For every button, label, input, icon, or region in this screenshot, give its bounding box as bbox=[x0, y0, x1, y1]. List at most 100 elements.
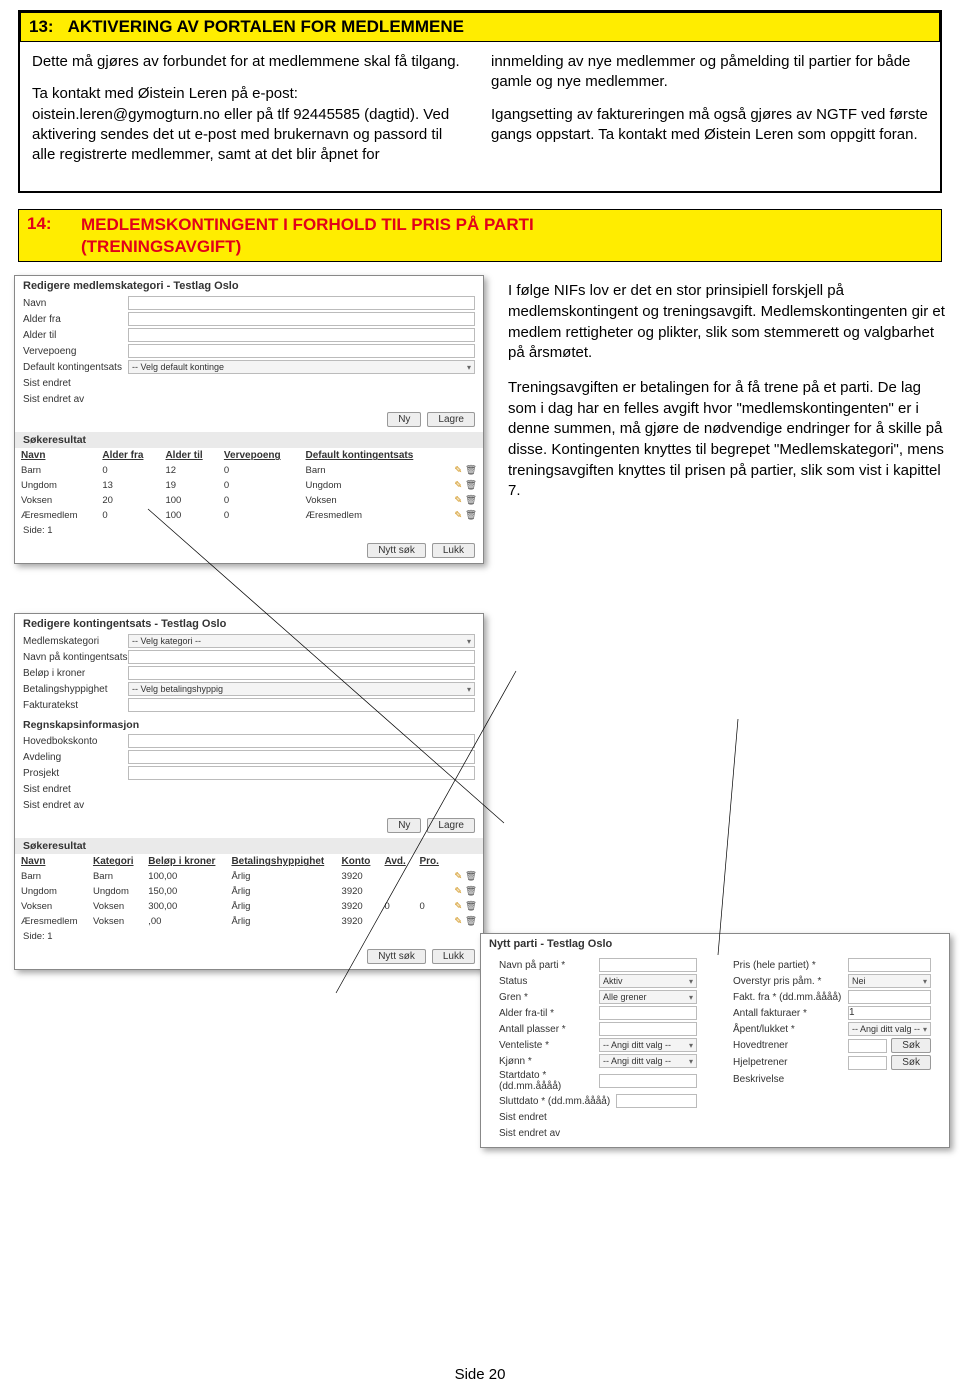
panel1-table: NavnAlder fraAlder tilVervepoengDefault … bbox=[15, 448, 483, 523]
panel1-label: Alder fra bbox=[23, 314, 128, 325]
panel1-btn-lagre[interactable]: Lagre bbox=[427, 412, 475, 427]
panel3-label: Kjønn * bbox=[499, 1056, 599, 1067]
panel3-label: Venteliste * bbox=[499, 1040, 599, 1051]
edit-icon[interactable]: ✎ bbox=[454, 465, 462, 476]
panel-medlemskategori: Redigere medlemskategori - Testlag Oslo … bbox=[14, 275, 484, 564]
panel3-label: Gren * bbox=[499, 992, 599, 1003]
edit-icon[interactable]: ✎ bbox=[454, 901, 462, 912]
panel1-input[interactable] bbox=[128, 328, 475, 342]
table-row[interactable]: UngdomUngdom150,00Årlig3920✎ 🗑 bbox=[15, 884, 483, 899]
panel2-search-title: Søkeresultat bbox=[15, 838, 483, 854]
panel2-input[interactable] bbox=[128, 666, 475, 680]
panel3-label: Status bbox=[499, 976, 599, 987]
panel1-side: Side: 1 bbox=[15, 523, 483, 538]
delete-icon[interactable]: 🗑 bbox=[465, 916, 477, 927]
panel1-th: Alder til bbox=[159, 448, 217, 463]
panel3-select[interactable]: -- Angi ditt valg -- bbox=[599, 1038, 697, 1052]
panel2-select-kategori[interactable]: -- Velg kategori -- bbox=[128, 634, 475, 648]
delete-icon[interactable]: 🗑 bbox=[465, 495, 477, 506]
panel2-th: Navn bbox=[15, 854, 87, 869]
panel2-table: NavnKategoriBeløp i kronerBetalingshyppi… bbox=[15, 854, 483, 929]
edit-icon[interactable]: ✎ bbox=[454, 480, 462, 491]
panel2-select-betaling[interactable]: -- Velg betalingshyppig bbox=[128, 682, 475, 696]
panel1-label: Vervepoeng bbox=[23, 346, 128, 357]
panel2-btn-nytt[interactable]: Nytt søk bbox=[367, 949, 426, 964]
panel2-btn-lukk[interactable]: Lukk bbox=[432, 949, 475, 964]
section14-title: MEDLEMSKONTINGENT I FORHOLD TIL PRIS PÅ … bbox=[81, 214, 621, 257]
panel2-regn-label: Sist endret av bbox=[23, 800, 128, 811]
panel2-th: Beløp i kroner bbox=[142, 854, 225, 869]
panel1-btn-nytt[interactable]: Nytt søk bbox=[367, 543, 426, 558]
panel-nytt-parti: Nytt parti - Testlag Oslo Navn på parti … bbox=[480, 933, 950, 1148]
panel3-input[interactable] bbox=[599, 1022, 697, 1036]
panel2-regn-input[interactable] bbox=[128, 766, 475, 780]
panel2-label: Beløp i kroner bbox=[23, 668, 128, 679]
table-row[interactable]: BarnBarn100,00Årlig3920✎ 🗑 bbox=[15, 869, 483, 884]
panel1-btn-lukk[interactable]: Lukk bbox=[432, 543, 475, 558]
panel2-input[interactable] bbox=[128, 650, 475, 664]
panel3-select[interactable]: Alle grener bbox=[599, 990, 697, 1004]
panel1-input[interactable] bbox=[128, 312, 475, 326]
panel3-input[interactable] bbox=[848, 990, 931, 1004]
panel1-th: Navn bbox=[15, 448, 96, 463]
panel2-th: Avd. bbox=[378, 854, 413, 869]
panel3-input[interactable]: 1 bbox=[848, 1006, 931, 1020]
panel1-input[interactable] bbox=[128, 344, 475, 358]
panel3-label: Hjelpetrener bbox=[733, 1057, 848, 1068]
table-row[interactable]: Ungdom13190Ungdom✎ 🗑 bbox=[15, 478, 483, 493]
panel3-input[interactable] bbox=[848, 1056, 887, 1070]
edit-icon[interactable]: ✎ bbox=[454, 886, 462, 897]
delete-icon[interactable]: 🗑 bbox=[465, 480, 477, 491]
panel3-label: Antall fakturaer * bbox=[733, 1008, 848, 1019]
panel3-input[interactable] bbox=[599, 958, 697, 972]
panel3-label: Overstyr pris påm. * bbox=[733, 976, 848, 987]
section13-left: Dette må gjøres av forbundet for at medl… bbox=[32, 52, 469, 177]
edit-icon[interactable]: ✎ bbox=[454, 510, 462, 521]
panel1-search-title: Søkeresultat bbox=[15, 432, 483, 448]
delete-icon[interactable]: 🗑 bbox=[465, 871, 477, 882]
panel3-label: Sist endret av bbox=[499, 1128, 599, 1139]
table-row[interactable]: Æresmedlem01000Æresmedlem✎ 🗑 bbox=[15, 508, 483, 523]
panel3-select[interactable]: Aktiv bbox=[599, 974, 697, 988]
panel3-label: Sist endret bbox=[499, 1112, 599, 1123]
edit-icon[interactable]: ✎ bbox=[454, 495, 462, 506]
panel2-regn-input[interactable] bbox=[128, 750, 475, 764]
panel2-th: Betalingshyppighet bbox=[225, 854, 335, 869]
table-row[interactable]: Voksen201000Voksen✎ 🗑 bbox=[15, 493, 483, 508]
panel3-sok-button[interactable]: Søk bbox=[891, 1055, 931, 1070]
panel3-input[interactable] bbox=[848, 958, 931, 972]
panel2-regn-input[interactable] bbox=[128, 734, 475, 748]
panel1-input[interactable] bbox=[128, 296, 475, 310]
table-row[interactable]: Barn0120Barn✎ 🗑 bbox=[15, 463, 483, 478]
panel1-btn-ny[interactable]: Ny bbox=[387, 412, 421, 427]
panel3-sok-button[interactable]: Søk bbox=[891, 1038, 931, 1053]
panel2-input[interactable] bbox=[128, 698, 475, 712]
table-row[interactable]: ÆresmedlemVoksen,00Årlig3920✎ 🗑 bbox=[15, 914, 483, 929]
panel2-btn-lagre[interactable]: Lagre bbox=[427, 818, 475, 833]
delete-icon[interactable]: 🗑 bbox=[465, 510, 477, 521]
panel3-select[interactable]: -- Angi ditt valg -- bbox=[848, 1022, 931, 1036]
edit-icon[interactable]: ✎ bbox=[454, 916, 462, 927]
panel2-btn-ny[interactable]: Ny bbox=[387, 818, 421, 833]
section14-p2: Treningsavgiften er betalingen for å få … bbox=[508, 378, 946, 502]
panel3-select[interactable]: -- Angi ditt valg -- bbox=[599, 1054, 697, 1068]
panel3-input[interactable] bbox=[599, 1006, 697, 1020]
panel2-th: Konto bbox=[336, 854, 379, 869]
table-row[interactable]: VoksenVoksen300,00Årlig392000✎ 🗑 bbox=[15, 899, 483, 914]
section14-p1: I følge NIFs lov er det en stor prinsipi… bbox=[508, 281, 946, 364]
panel3-input[interactable] bbox=[599, 1074, 697, 1088]
edit-icon[interactable]: ✎ bbox=[454, 871, 462, 882]
panel3-label: Startdato * (dd.mm.åååå) bbox=[499, 1070, 599, 1092]
delete-icon[interactable]: 🗑 bbox=[465, 901, 477, 912]
panel1-select-default[interactable]: -- Velg default kontinge bbox=[128, 360, 475, 374]
panel2-label: Fakturatekst bbox=[23, 700, 128, 711]
panel1-title: Redigere medlemskategori - Testlag Oslo bbox=[15, 276, 483, 295]
panel2-th: Kategori bbox=[87, 854, 142, 869]
delete-icon[interactable]: 🗑 bbox=[465, 465, 477, 476]
delete-icon[interactable]: 🗑 bbox=[465, 886, 477, 897]
panel3-label: Pris (hele partiet) * bbox=[733, 960, 848, 971]
panel3-label: Navn på parti * bbox=[499, 960, 599, 971]
panel3-select[interactable]: Nei bbox=[848, 974, 931, 988]
panel3-input[interactable] bbox=[848, 1039, 887, 1053]
panel2-regn-label: Prosjekt bbox=[23, 768, 128, 779]
